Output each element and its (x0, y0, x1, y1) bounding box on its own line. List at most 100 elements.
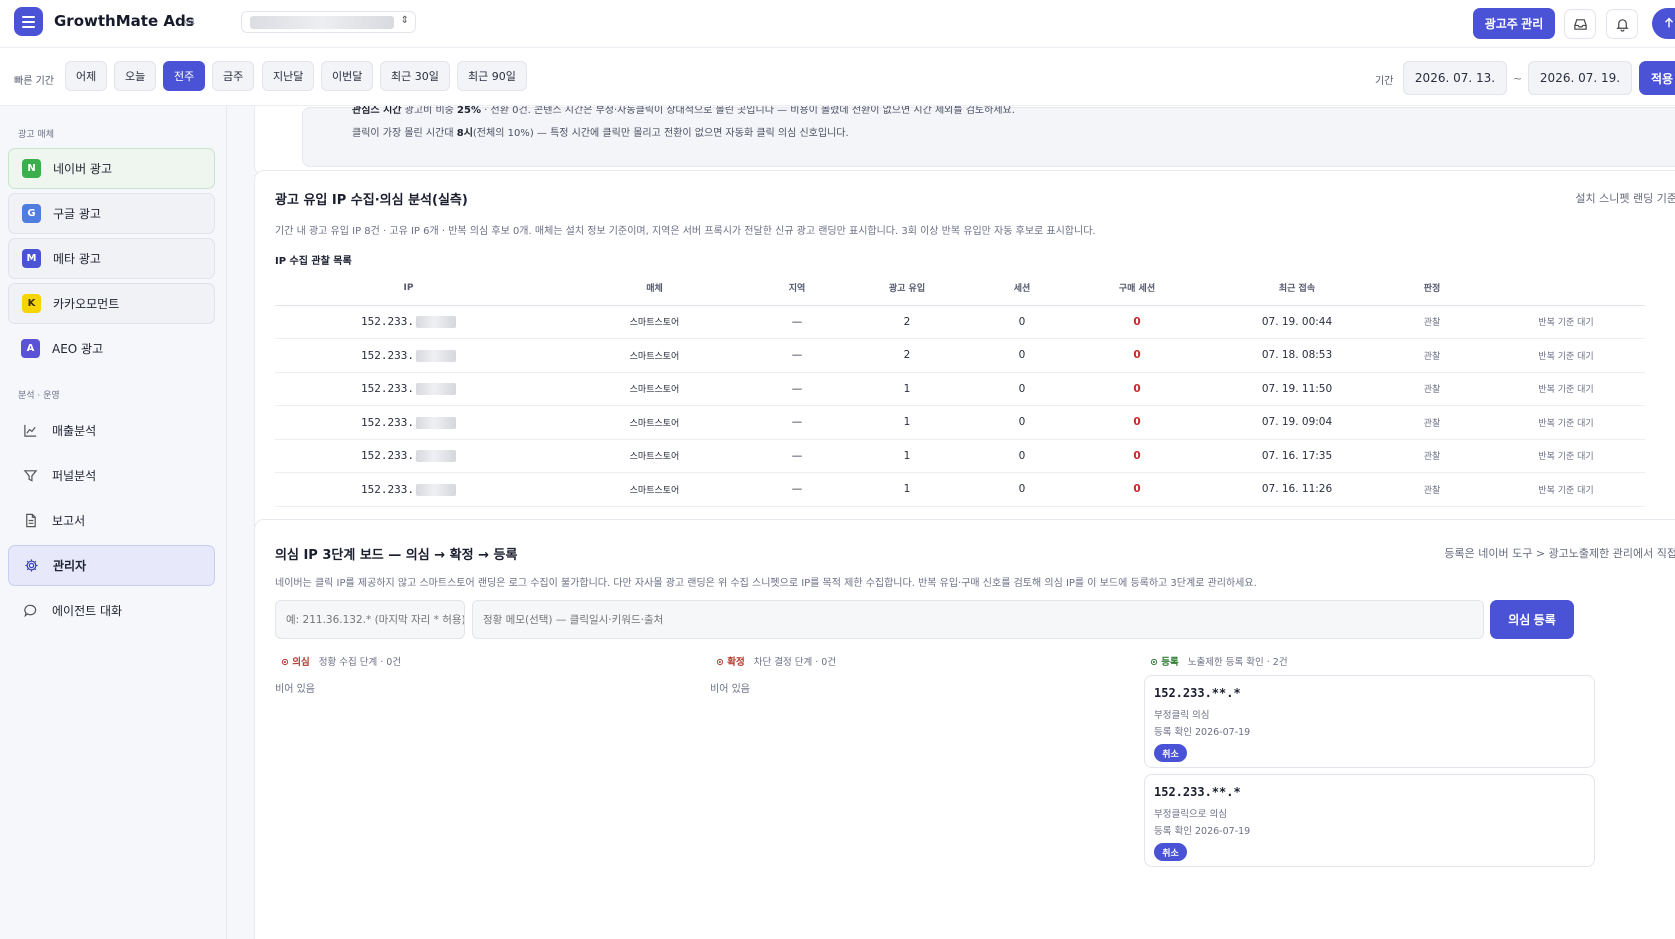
insight-line-2: 클릭이 가장 몰린 시간대 8시(전체의 10%) — 특정 시간에 클릭만 몰… (352, 128, 849, 139)
sidebar-item-report[interactable]: 보고서 (8, 500, 215, 541)
sidebar-item-sales[interactable]: 매출분석 (8, 410, 215, 451)
registered-ip-card: 152.233.**.* 부정클릭으로 의심 등록 확인 2026-07-19 … (1144, 774, 1595, 867)
start-date-input[interactable]: 2026. 07. 13. (1403, 61, 1507, 95)
bell-icon[interactable] (1606, 9, 1638, 39)
sidebar-item-agent-chat[interactable]: 에이전트 대화 (8, 590, 215, 631)
registered-ip: 152.233.**.* (1154, 785, 1241, 799)
cell-last-visit: 07. 19. 09:04 (1217, 405, 1377, 440)
upload-icon[interactable] (1652, 8, 1675, 39)
cell-media: 스마트스토어 (542, 338, 767, 373)
registered-ip: 152.233.**.* (1154, 686, 1241, 700)
col-last-visit: 최근 접속 (1217, 271, 1377, 306)
insight-box: 관심스 시간 광고비 비중 25% · 전환 0건. 콘텐스 시간은 부정·자동… (302, 106, 1675, 167)
sidebar-item-label: 메타 광고 (53, 252, 101, 266)
stage-confirmed-label: ⊙ 확정 (716, 657, 745, 668)
board-description: 네이버는 클릭 IP를 제공하지 않고 스마트스토어 랜딩은 로그 수집이 불가… (275, 578, 1257, 589)
menu-icon[interactable] (14, 7, 43, 36)
quick-period-yesterday[interactable]: 어제 (65, 61, 108, 91)
quick-period-last-week[interactable]: 전주 (163, 61, 206, 91)
register-suspicious-button[interactable]: 의심 등록 (1490, 600, 1574, 639)
cell-region: — (767, 305, 827, 339)
table-row: 152.233. 스마트스토어 —1 0 0 07. 16. 11:26 관찰 반복 기준 대… (275, 472, 1645, 507)
ip-analysis-description: 기간 내 광고 유입 IP 8건 · 고유 IP 6개 · 반복 의심 후보 0… (275, 226, 1096, 237)
sidebar-item-label: 카카오모먼트 (53, 297, 120, 311)
cell-last-visit: 07. 19. 00:44 (1217, 305, 1377, 339)
cell-session: 0 (987, 405, 1057, 440)
inbox-icon[interactable] (1564, 9, 1596, 39)
board-note: 등록은 네이버 도구 > 광고노출제한 관리에서 직접 (1444, 547, 1675, 560)
cell-region: — (767, 439, 827, 473)
memo-input[interactable] (472, 600, 1484, 639)
stage-confirmed-desc: 차단 결정 단계 · 0건 (753, 657, 837, 668)
apply-button[interactable]: 적용 (1639, 61, 1675, 95)
sidebar-item-naver[interactable]: N 네이버 광고 (8, 148, 215, 189)
ip-redacted (415, 416, 456, 429)
quick-period-label: 빠른 기간 (14, 76, 54, 87)
cell-last-visit: 07. 18. 08:53 (1217, 338, 1377, 373)
google-badge-icon: G (22, 204, 41, 223)
chat-icon (21, 601, 40, 620)
funnel-icon (21, 466, 40, 485)
registered-reason: 부정클릭 의심 (1154, 710, 1210, 721)
cell-status: 반복 기준 대기 (1487, 439, 1645, 473)
cell-ip: 152.233. (275, 405, 542, 440)
registered-confirm-date: 등록 확인 2026-07-19 (1154, 727, 1251, 738)
cell-ip: 152.233. (275, 439, 542, 473)
sidebar-item-kakao[interactable]: K 카카오모먼트 (8, 283, 215, 324)
cell-verdict: 관찰 (1377, 305, 1487, 339)
quick-period-90d[interactable]: 최근 90일 (457, 61, 527, 91)
cell-session: 0 (987, 338, 1057, 373)
cell-purchase: 0 (1057, 439, 1217, 473)
suspicious-ip-input[interactable] (275, 600, 465, 639)
sidebar-item-aeo[interactable]: A AEO 광고 (8, 328, 215, 369)
cell-session: 0 (987, 305, 1057, 339)
col-session: 세션 (987, 271, 1057, 306)
cell-region: — (767, 472, 827, 507)
sidebar: 광고 매체 N 네이버 광고 G 구글 광고 M 메타 광고 K 카카오모먼트 … (0, 106, 227, 939)
sidebar-item-label: 구글 광고 (53, 207, 101, 221)
end-date-input[interactable]: 2026. 07. 19. (1528, 61, 1632, 95)
quick-period-last-month[interactable]: 지난달 (262, 61, 315, 91)
cell-status: 반복 기준 대기 (1487, 305, 1645, 339)
gear-icon (22, 556, 41, 575)
quick-period-this-month[interactable]: 이번달 (321, 61, 374, 91)
top-bar: GrowthMate Ads v4 ⇕ 광고주 관리 (0, 0, 1675, 48)
cell-verdict: 관찰 (1377, 372, 1487, 406)
stage-confirmed-empty: 비어 있음 (710, 684, 750, 695)
quick-period-30d[interactable]: 최근 30일 (380, 61, 450, 91)
account-select[interactable]: ⇕ (241, 11, 416, 33)
quick-period-today[interactable]: 오늘 (114, 61, 157, 91)
registered-reason: 부정클릭으로 의심 (1154, 809, 1227, 820)
chevron-updown-icon: ⇕ (400, 15, 409, 26)
sidebar-item-google[interactable]: G 구글 광고 (8, 193, 215, 234)
cell-verdict: 관찰 (1377, 405, 1487, 440)
sidebar-item-label: 퍼널분석 (52, 469, 97, 483)
stage-suspect-desc: 정황 수집 단계 · 0건 (318, 657, 402, 668)
cancel-button[interactable]: 취소 (1154, 744, 1187, 762)
table-row: 152.233. 스마트스토어 —1 0 0 07. 16. 17:35 관찰 반복 기준 대… (275, 439, 1645, 473)
cell-ad-in: 2 (827, 305, 987, 339)
sidebar-item-admin[interactable]: 관리자 (8, 545, 215, 586)
cell-media: 스마트스토어 (542, 305, 767, 339)
advertiser-manage-button[interactable]: 광고주 관리 (1473, 8, 1555, 39)
sidebar-item-meta[interactable]: M 메타 광고 (8, 238, 215, 279)
cell-session: 0 (987, 472, 1057, 507)
sidebar-item-funnel[interactable]: 퍼널분석 (8, 455, 215, 496)
sidebar-item-label: AEO 광고 (52, 342, 104, 356)
meta-badge-icon: M (22, 249, 41, 268)
app-version: v4 (184, 18, 196, 28)
cell-verdict: 관찰 (1377, 439, 1487, 473)
document-icon (21, 511, 40, 530)
line-chart-icon (21, 421, 40, 440)
quick-period-this-week[interactable]: 금주 (212, 61, 255, 91)
cell-ad-in: 1 (827, 439, 987, 473)
cell-region: — (767, 338, 827, 373)
naver-badge-icon: N (22, 159, 41, 178)
ip-table: IP 매체 지역 광고 유입 세션 구매 세션 최근 접속 판정 152.233… (275, 271, 1645, 507)
ip-redacted (415, 383, 456, 396)
cell-ip: 152.233. (275, 372, 542, 406)
main-content: 관심스 시간 광고비 비중 25% · 전환 0건. 콘텐스 시간은 부정·자동… (227, 106, 1675, 939)
cancel-button[interactable]: 취소 (1154, 843, 1187, 861)
cell-status: 반복 기준 대기 (1487, 372, 1645, 406)
stage-registered: ⊙ 등록 노출제한 등록 확인 · 2건 (1150, 654, 1288, 668)
